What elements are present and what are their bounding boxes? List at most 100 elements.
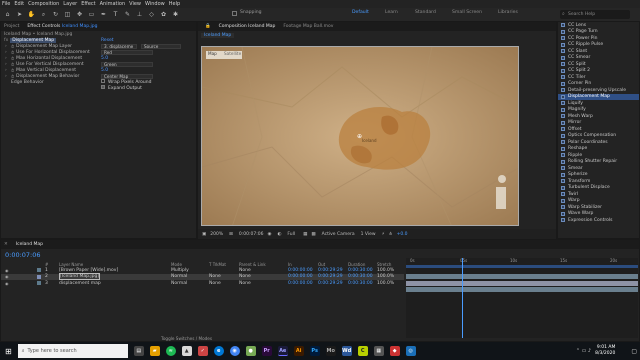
- camera-tool-icon[interactable]: ◫: [63, 10, 72, 19]
- timeline-timecode[interactable]: 0:00:07:06: [5, 251, 41, 259]
- comp-name-chip[interactable]: Iceland Map: [201, 33, 235, 38]
- timeline-column-header[interactable]: Mode: [171, 262, 182, 267]
- effect-property-value[interactable]: 5.0: [101, 68, 108, 73]
- tab-effect-controls[interactable]: Effect Controls Iceland Map.jpg: [27, 24, 97, 29]
- effect-property-dropdown-source[interactable]: Source: [141, 43, 181, 49]
- layer-bar-2[interactable]: [406, 280, 638, 286]
- menu-help[interactable]: Help: [169, 1, 180, 7]
- timeline-column-header[interactable]: Parent & Link: [239, 262, 266, 267]
- system-tray-icons[interactable]: ⌃ ▭ ♪: [576, 348, 591, 354]
- toggle-switches-modes[interactable]: Toggle Switches / Modes: [161, 336, 212, 341]
- region-icon[interactable]: ▦: [303, 232, 307, 237]
- app-icon-green[interactable]: ●: [245, 346, 256, 356]
- timeline-column-header[interactable]: Duration: [348, 262, 365, 267]
- stopwatch-icon[interactable]: ⏱: [11, 44, 14, 49]
- app-icon-lime[interactable]: C: [357, 346, 368, 356]
- effect-property-checkbox[interactable]: Expand Output: [101, 85, 142, 91]
- menu-window[interactable]: Window: [145, 1, 165, 7]
- layer-name[interactable]: [Brown Paper [Wide].mov]: [59, 268, 118, 273]
- file-explorer-icon[interactable]: ▰: [149, 346, 160, 356]
- app-icon-blue[interactable]: ◎: [405, 346, 416, 356]
- pan-behind-tool-icon[interactable]: ✥: [75, 10, 84, 19]
- word-icon[interactable]: Wd: [341, 346, 352, 356]
- layer-name[interactable]: displacement map: [59, 281, 101, 286]
- layer-mode[interactable]: Normal: [171, 274, 187, 279]
- snapping-checkbox[interactable]: [232, 11, 237, 16]
- eraser-tool-icon[interactable]: ◇: [147, 10, 156, 19]
- puppet-tool-icon[interactable]: ✱: [171, 10, 180, 19]
- edge-icon[interactable]: e: [213, 346, 224, 356]
- app-icon-red-2[interactable]: ◆: [389, 346, 400, 356]
- menu-effect[interactable]: Effect: [81, 1, 95, 7]
- twirl-icon[interactable]: ›: [5, 62, 7, 67]
- playhead[interactable]: [461, 258, 463, 338]
- fx-toggle-icon[interactable]: fx: [4, 38, 8, 43]
- twirl-icon[interactable]: ›: [5, 74, 7, 79]
- layer-bar-3[interactable]: [406, 287, 638, 292]
- photoshop-icon[interactable]: Ps: [309, 346, 320, 356]
- menu-edit[interactable]: Edit: [14, 1, 24, 7]
- type-tool-icon[interactable]: T: [111, 10, 120, 19]
- task-view-icon[interactable]: ▤: [133, 346, 144, 356]
- timeline-layer-row[interactable]: ◉ 3 displacement map Normal None None 0:00:00:…: [1, 280, 404, 287]
- pen-tool-icon[interactable]: ✒: [99, 10, 108, 19]
- clock[interactable]: 9:01 AM 8/3/2020: [595, 345, 615, 357]
- menu-view[interactable]: View: [129, 1, 141, 7]
- fast-preview-icon[interactable]: ⚡: [382, 232, 385, 237]
- label-color-swatch[interactable]: [37, 268, 41, 273]
- timeline-column-header[interactable]: Out: [318, 262, 325, 267]
- workspace-small-screen[interactable]: Small Screen: [452, 10, 482, 15]
- effect-name[interactable]: Displacement Map: [10, 37, 57, 43]
- layer-bar-1[interactable]: [406, 274, 638, 279]
- rotate-tool-icon[interactable]: ↻: [51, 10, 60, 19]
- tab-footage[interactable]: Footage Map Ball.mov: [283, 24, 333, 29]
- satellite-button[interactable]: Satellite: [224, 51, 241, 56]
- resolution-dropdown[interactable]: Full: [287, 232, 295, 237]
- windows-start-icon[interactable]: ⊞: [5, 347, 12, 356]
- effect-property-dropdown[interactable]: Red: [101, 49, 153, 55]
- timeline-column-header[interactable]: T TrkMat: [209, 262, 226, 267]
- effect-property-value[interactable]: 5.0: [101, 56, 108, 61]
- app-icon-red[interactable]: ✓: [197, 346, 208, 356]
- anchor-point-icon[interactable]: ⊕: [357, 133, 362, 140]
- timeline-column-header[interactable]: Stretch: [377, 262, 391, 267]
- checkbox-icon[interactable]: [101, 79, 105, 83]
- effect-property-dropdown[interactable]: Center Map: [101, 73, 153, 79]
- menu-composition[interactable]: Composition: [28, 1, 59, 7]
- workspace-standard[interactable]: Standard: [415, 10, 436, 15]
- label-color-swatch[interactable]: [37, 281, 41, 286]
- photos-icon[interactable]: ▲: [181, 346, 192, 356]
- map-button[interactable]: Map: [208, 51, 217, 56]
- workspace-learn[interactable]: Learn: [385, 10, 398, 15]
- brush-tool-icon[interactable]: ✎: [123, 10, 132, 19]
- visibility-eye-icon[interactable]: ◉: [5, 268, 9, 273]
- tab-timeline[interactable]: Iceland Map: [16, 242, 43, 247]
- hand-tool-icon[interactable]: ✋: [27, 10, 36, 19]
- reset-link[interactable]: Reset: [101, 38, 114, 43]
- camera-dropdown[interactable]: Active Camera: [322, 232, 355, 237]
- twirl-icon[interactable]: ›: [5, 56, 7, 61]
- workspace-libraries[interactable]: Libraries: [498, 10, 518, 15]
- checkbox-icon[interactable]: [101, 85, 105, 89]
- timecode[interactable]: 0:00:07:06: [239, 232, 264, 237]
- visibility-eye-icon[interactable]: ◉: [5, 274, 9, 279]
- view-dropdown[interactable]: 1 View: [361, 232, 376, 237]
- close-tab-icon[interactable]: ✕: [4, 242, 8, 247]
- twirl-icon[interactable]: ›: [5, 68, 7, 73]
- after-effects-icon[interactable]: Ae: [277, 346, 288, 356]
- workspace-default[interactable]: Default: [352, 10, 369, 15]
- exposure-value[interactable]: +0.0: [397, 232, 408, 237]
- mocha-icon[interactable]: Mo: [325, 346, 336, 356]
- notification-icon[interactable]: ▢: [631, 348, 637, 355]
- layer-mode[interactable]: Multiply: [171, 268, 189, 273]
- zoom-tool-icon[interactable]: ⌕: [39, 10, 48, 19]
- channel-icon[interactable]: ◐: [277, 232, 281, 237]
- roto-tool-icon[interactable]: ✿: [159, 10, 168, 19]
- work-area-bar[interactable]: [406, 265, 638, 268]
- stopwatch-icon[interactable]: ⏱: [11, 56, 14, 61]
- effect-list-item[interactable]: Expression Controls: [558, 217, 639, 224]
- timeline-column-header[interactable]: Layer Name: [59, 262, 83, 267]
- twirl-icon[interactable]: ›: [5, 44, 7, 49]
- flowchart-icon[interactable]: ⋔: [389, 232, 393, 237]
- twirl-icon[interactable]: ›: [5, 50, 7, 55]
